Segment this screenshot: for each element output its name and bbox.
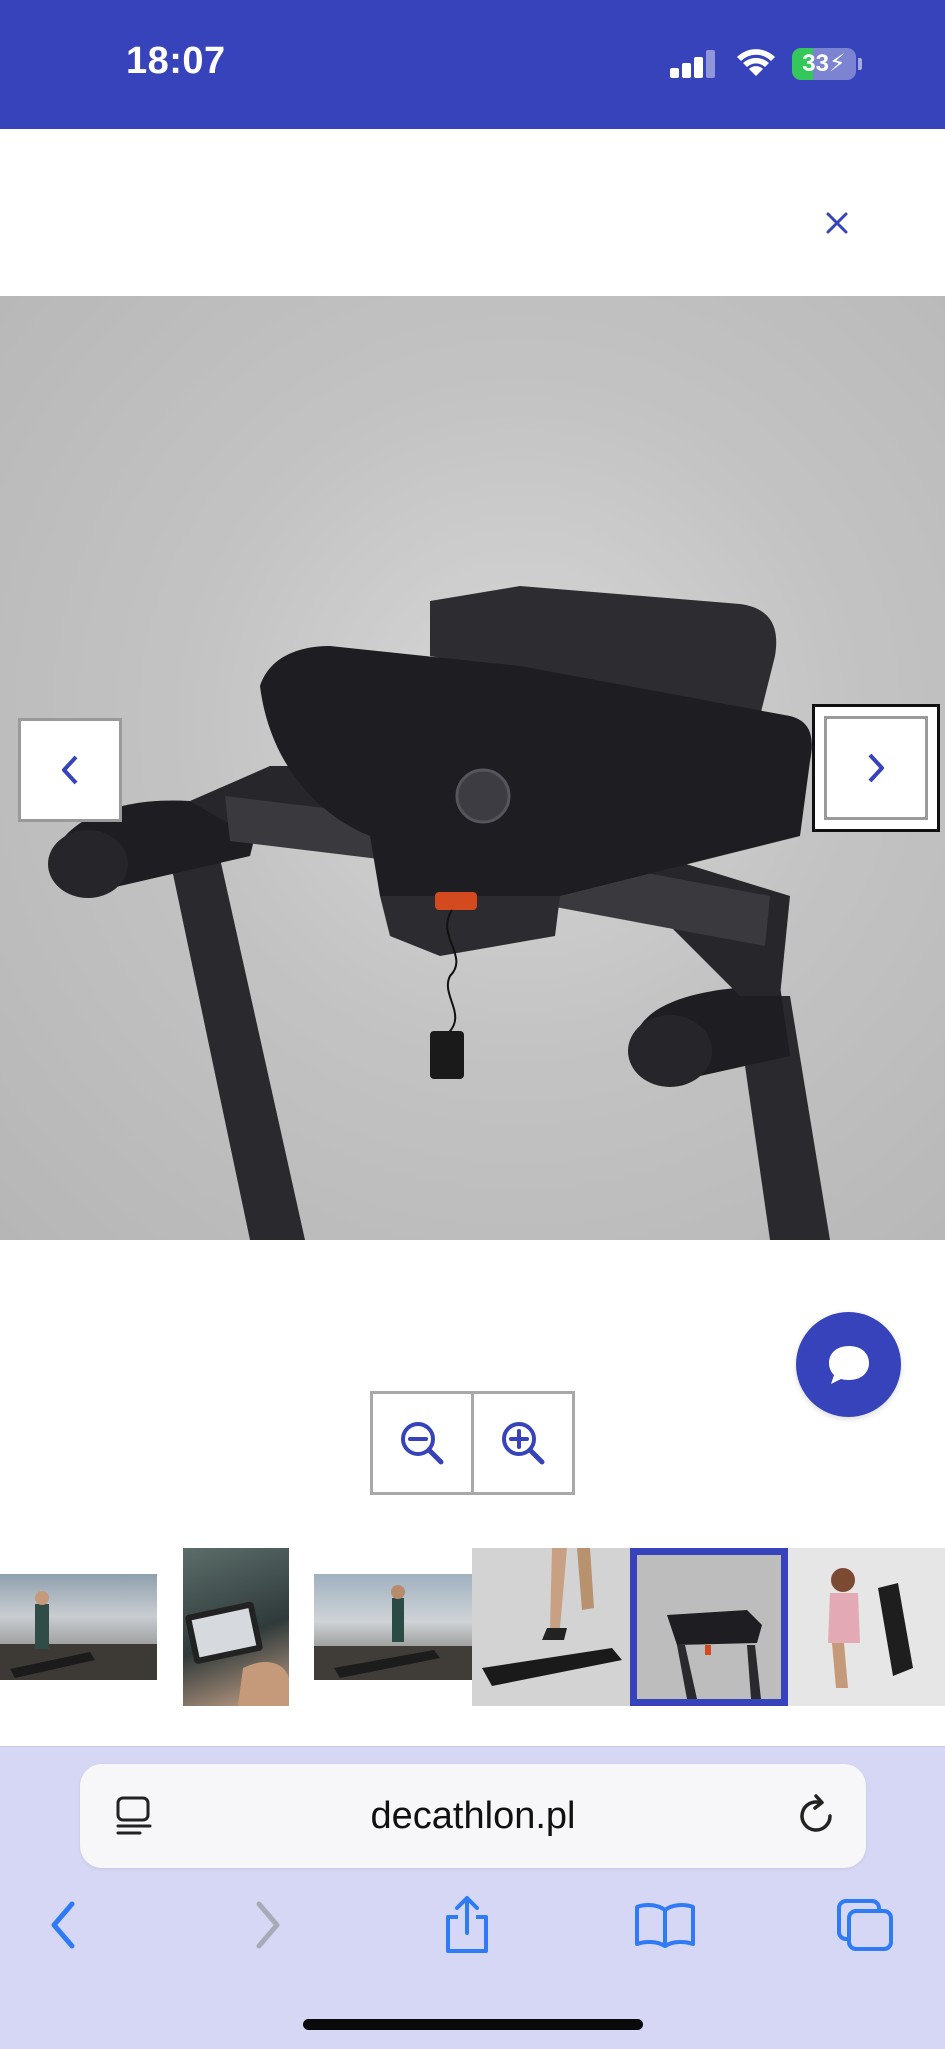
page-format-icon[interactable]: [110, 1792, 158, 1840]
zoom-controls: [370, 1391, 575, 1495]
thumbnail-photo: [667, 1610, 762, 1699]
thumbnail-treadmill-console[interactable]: [630, 1548, 788, 1706]
battery-percent: 33⚡: [802, 50, 846, 77]
chat-button[interactable]: [796, 1312, 901, 1417]
thumbnail-strip: [0, 1548, 945, 1706]
thumbnail-photo: [314, 1585, 472, 1680]
share-icon: [446, 1896, 488, 1953]
address-bar[interactable]: decathlon.pl: [80, 1764, 866, 1868]
reload-icon[interactable]: [790, 1790, 842, 1842]
wifi-icon: [737, 49, 775, 76]
thumbnail-photo: [482, 1548, 622, 1686]
thumbnail-photo: [0, 1591, 157, 1680]
home-indicator: [303, 2019, 643, 2030]
close-button[interactable]: [812, 200, 862, 246]
battery-charging-icon: 33⚡: [792, 48, 856, 80]
thumbnail-woman-running-on-treadmill[interactable]: [314, 1574, 472, 1680]
tabs-button[interactable]: [830, 1892, 900, 1958]
next-image-button-inner: [824, 716, 928, 820]
chevron-right-icon: [868, 753, 884, 783]
thumbnail-woman-moving-treadmill[interactable]: [788, 1548, 945, 1706]
tabs-icon: [837, 1899, 893, 1951]
status-time: 18:07: [126, 40, 226, 82]
share-button[interactable]: [432, 1892, 502, 1958]
thumbnail-photo: [185, 1601, 289, 1706]
cellular-signal-icon: [670, 50, 718, 78]
close-icon: [826, 212, 848, 234]
forward-icon: [256, 1901, 280, 1949]
treadmill-console-photo: [48, 586, 830, 1240]
product-main-image[interactable]: [0, 296, 945, 1240]
battery-cap: [858, 58, 862, 70]
bookmarks-icon: [635, 1903, 695, 1948]
thumbnail-woman-with-tablet[interactable]: [183, 1548, 289, 1706]
thumbnail-photo: [828, 1568, 913, 1688]
bookmarks-button[interactable]: [630, 1892, 700, 1958]
back-button[interactable]: [28, 1892, 98, 1958]
zoom-in-button[interactable]: [474, 1394, 572, 1492]
status-bar: 18:07 33⚡: [0, 0, 945, 129]
chat-bubble-icon: [828, 1345, 869, 1384]
chevron-left-icon: [62, 755, 78, 785]
back-icon: [51, 1901, 75, 1949]
thumbnail-legs-running-on-treadmill[interactable]: [472, 1548, 630, 1706]
next-image-button[interactable]: [812, 704, 940, 832]
zoom-in-icon: [502, 1422, 545, 1465]
forward-button[interactable]: [233, 1892, 303, 1958]
zoom-out-icon: [401, 1422, 444, 1465]
url-text: decathlon.pl: [370, 1795, 576, 1837]
thumbnail-woman-on-treadmill-window[interactable]: [0, 1574, 157, 1680]
previous-image-button[interactable]: [18, 718, 122, 822]
zoom-out-button[interactable]: [373, 1394, 474, 1492]
